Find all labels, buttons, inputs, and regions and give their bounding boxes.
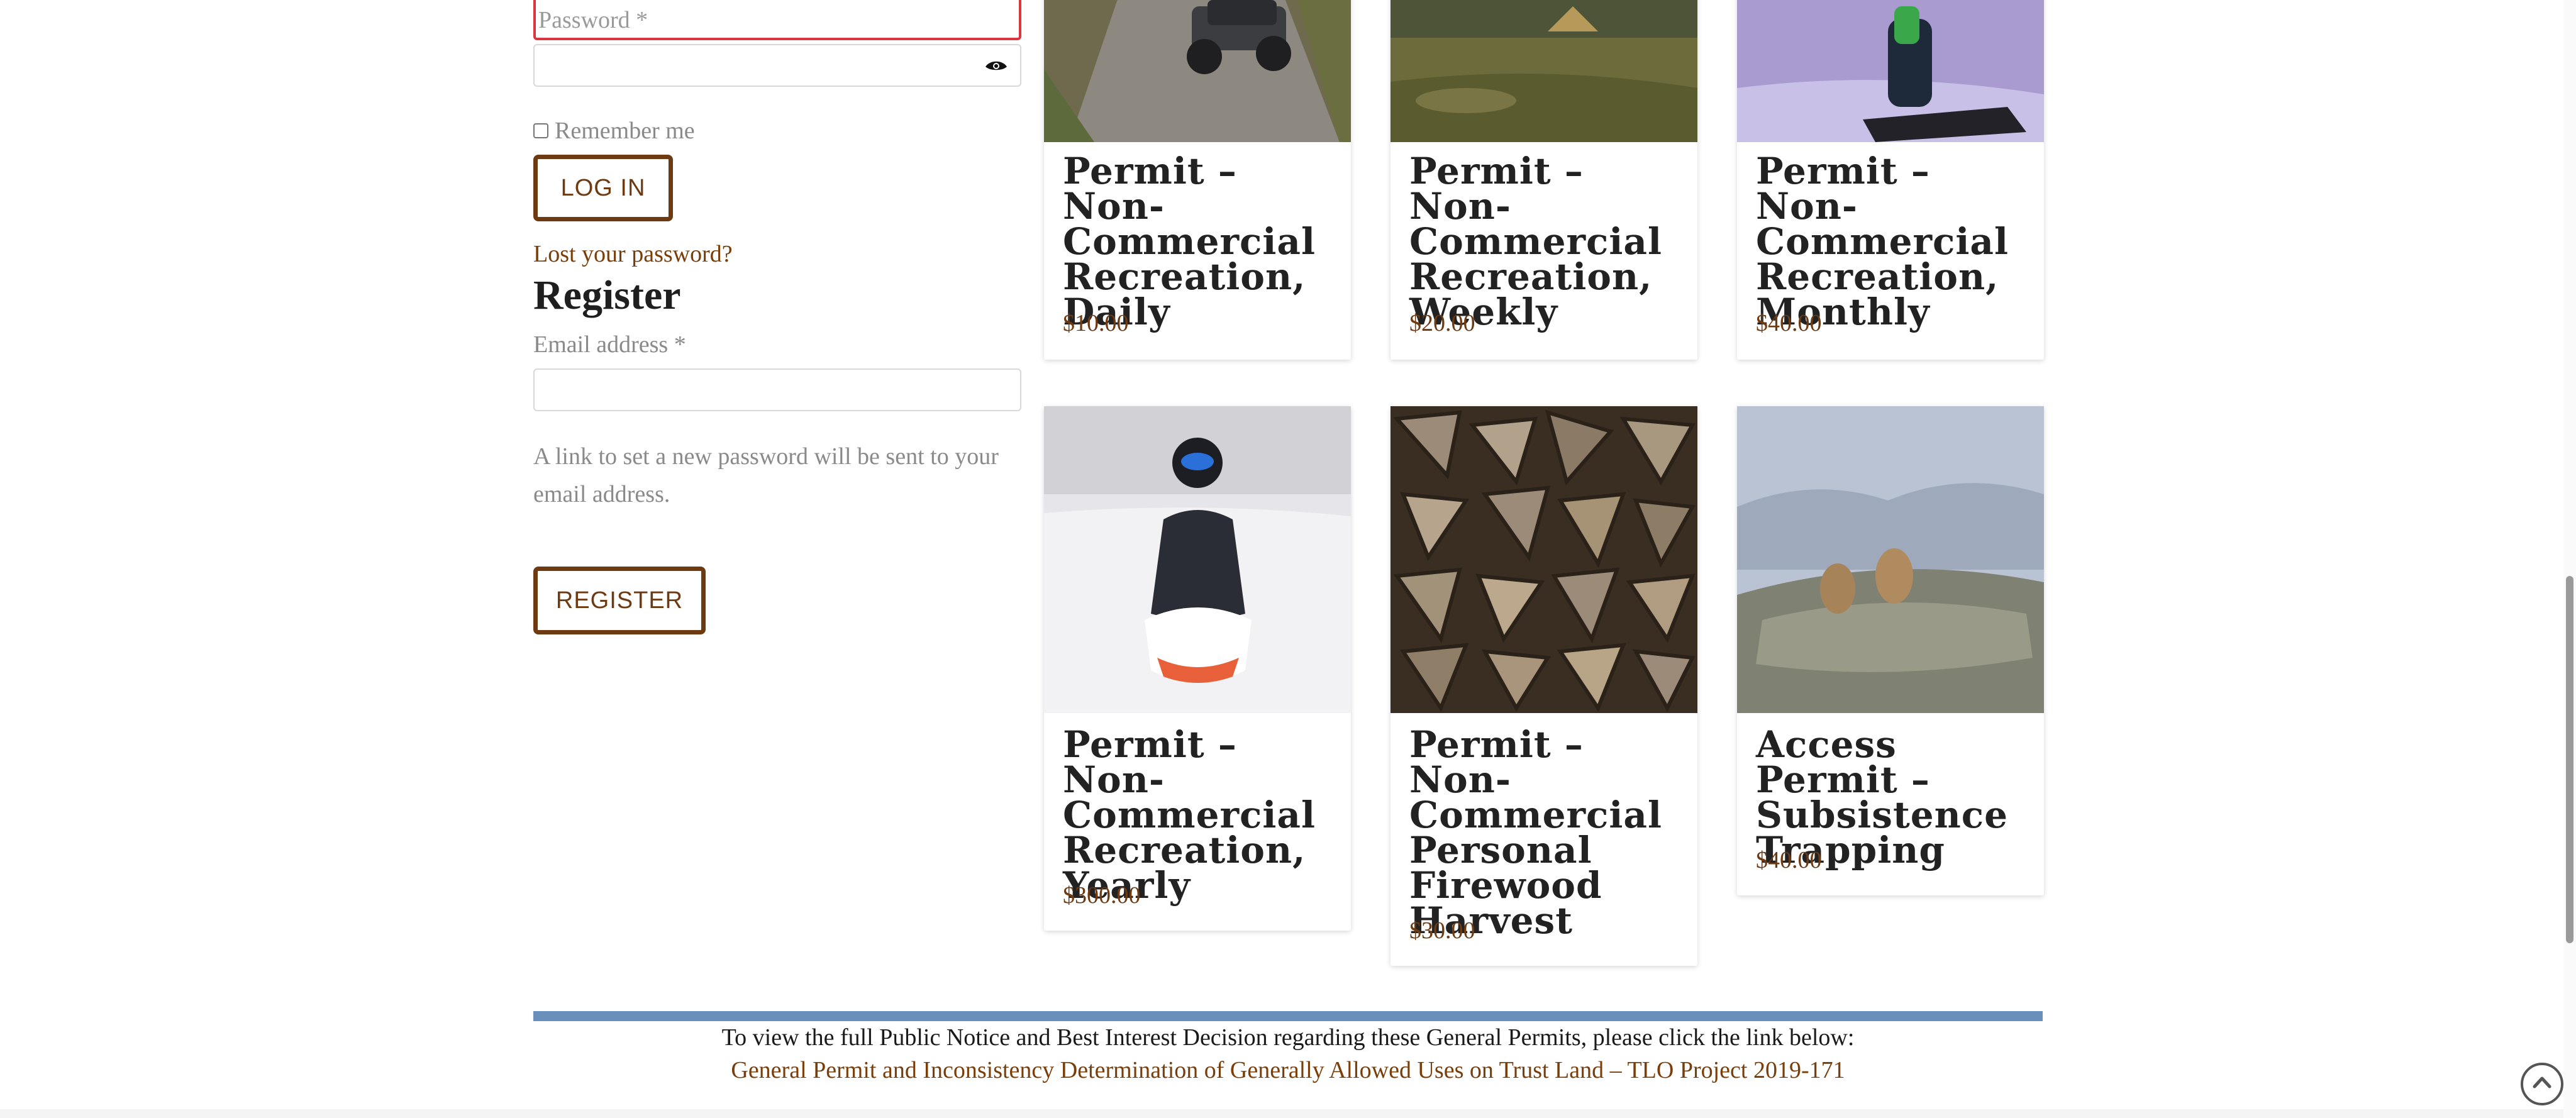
product-price: $10.00 <box>1063 310 1129 336</box>
product-image-firewood[interactable] <box>1391 406 1697 713</box>
password-field[interactable] <box>533 44 1021 87</box>
product-title[interactable]: Permit – Non-Commercial Recreation, Year… <box>1063 726 1340 904</box>
email-label: Email address * <box>533 331 686 358</box>
footer-strip <box>0 1109 2576 1118</box>
login-button[interactable]: LOG IN <box>533 155 673 221</box>
product-price: $40.00 <box>1756 847 1822 873</box>
register-button[interactable]: REGISTER <box>533 567 706 634</box>
password-input[interactable]: Password * <box>533 0 1021 40</box>
scrollbar-thumb[interactable] <box>2566 576 2573 943</box>
product-title[interactable]: Permit – Non-Commercial Personal Firewoo… <box>1409 726 1686 939</box>
product-image-snowmobile-rider[interactable] <box>1044 406 1351 713</box>
email-field[interactable] <box>533 368 1021 411</box>
remember-me-label: Remember me <box>555 118 695 144</box>
product-image-marmots[interactable] <box>1737 406 2044 713</box>
lost-password-link[interactable]: Lost your password? <box>533 240 733 268</box>
general-permit-link[interactable]: General Permit and Inconsistency Determi… <box>533 1054 2043 1087</box>
product-title[interactable]: Permit – Non-Commercial Recreation, Week… <box>1409 153 1686 330</box>
product-title[interactable]: Permit – Non-Commercial Recreation, Dail… <box>1063 153 1340 330</box>
product-card[interactable]: Permit – Non-Commercial Recreation, Dail… <box>1044 0 1351 360</box>
scrollbar-track[interactable] <box>2563 0 2576 1118</box>
remember-me-checkbox[interactable] <box>533 123 548 138</box>
notice-divider <box>533 1011 2043 1021</box>
product-image-atv[interactable] <box>1044 0 1351 142</box>
product-price: $300.00 <box>1063 882 1141 909</box>
notice-text: To view the full Public Notice and Best … <box>721 1024 1855 1051</box>
register-heading: Register <box>533 272 681 318</box>
product-price: $40.00 <box>1756 310 1822 336</box>
product-image-campsite[interactable] <box>1391 0 1697 142</box>
product-card[interactable]: Permit – Non-Commercial Recreation, Week… <box>1391 0 1697 360</box>
product-price: $30.00 <box>1409 917 1475 944</box>
product-image-snowmobile-dusk[interactable] <box>1737 0 2044 142</box>
product-title[interactable]: Permit – Non-Commercial Recreation, Mont… <box>1756 153 2033 330</box>
product-card[interactable]: Access Permit – Subsistence Trapping $40… <box>1737 406 2044 895</box>
product-card[interactable]: Permit – Non-Commercial Personal Firewoo… <box>1391 406 1697 966</box>
register-note: A link to set a new password will be sen… <box>533 443 999 507</box>
product-price: $20.00 <box>1409 310 1475 336</box>
back-to-top-button[interactable] <box>2521 1063 2563 1105</box>
eye-icon[interactable] <box>985 59 1008 74</box>
product-card[interactable]: Permit – Non-Commercial Recreation, Year… <box>1044 406 1351 931</box>
chevron-up-icon <box>2529 1070 2555 1099</box>
remember-me[interactable]: Remember me <box>533 117 695 145</box>
password-placeholder: Password * <box>538 7 648 33</box>
product-card[interactable]: Permit – Non-Commercial Recreation, Mont… <box>1737 0 2044 360</box>
